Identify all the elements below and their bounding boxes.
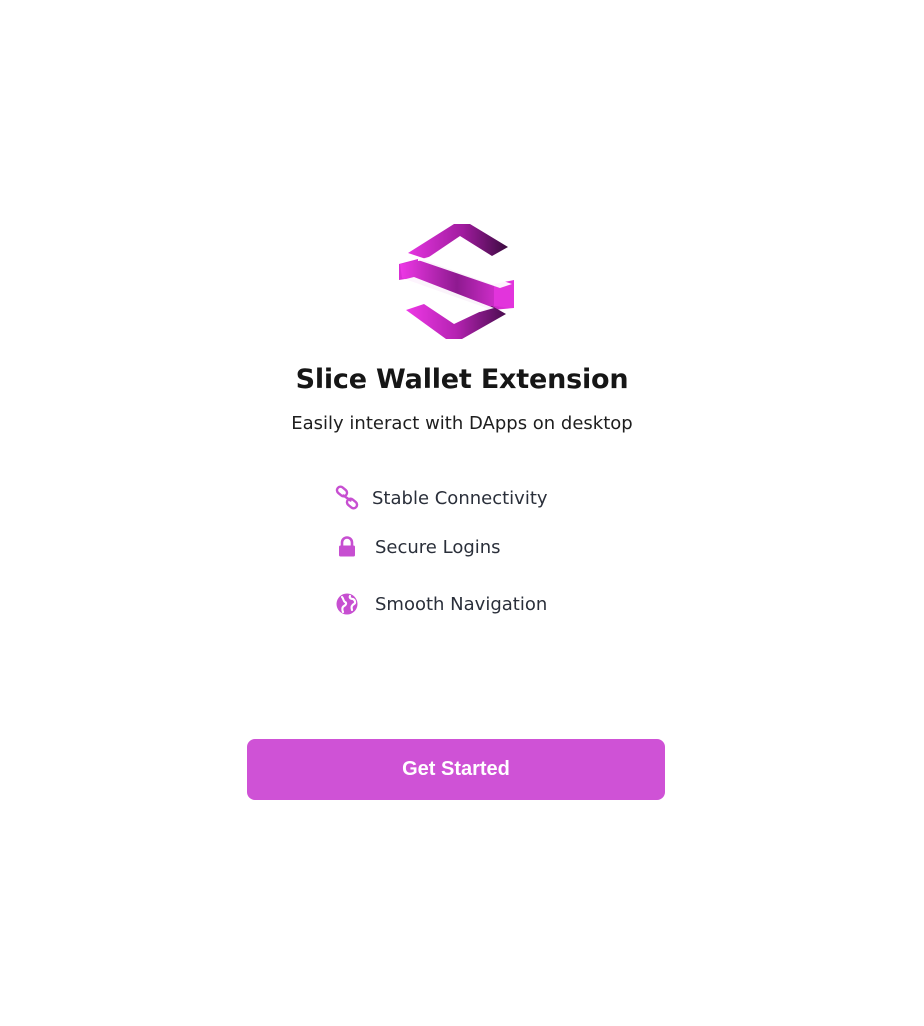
feature-item-secure-logins: Secure Logins — [334, 532, 501, 562]
link-icon — [334, 485, 360, 511]
lock-icon — [334, 534, 360, 560]
page-subtitle: Easily interact with DApps on desktop — [291, 413, 633, 434]
feature-label: Secure Logins — [375, 536, 501, 558]
page-title: Slice Wallet Extension — [295, 364, 629, 395]
globe-icon — [334, 591, 360, 617]
feature-label: Stable Connectivity — [372, 487, 548, 509]
get-started-button[interactable]: Get Started — [247, 739, 665, 800]
slice-logo-icon — [399, 224, 514, 339]
feature-item-smooth-navigation: Smooth Navigation — [334, 589, 547, 619]
feature-label: Smooth Navigation — [375, 593, 548, 615]
feature-item-connectivity: Stable Connectivity — [334, 483, 548, 513]
